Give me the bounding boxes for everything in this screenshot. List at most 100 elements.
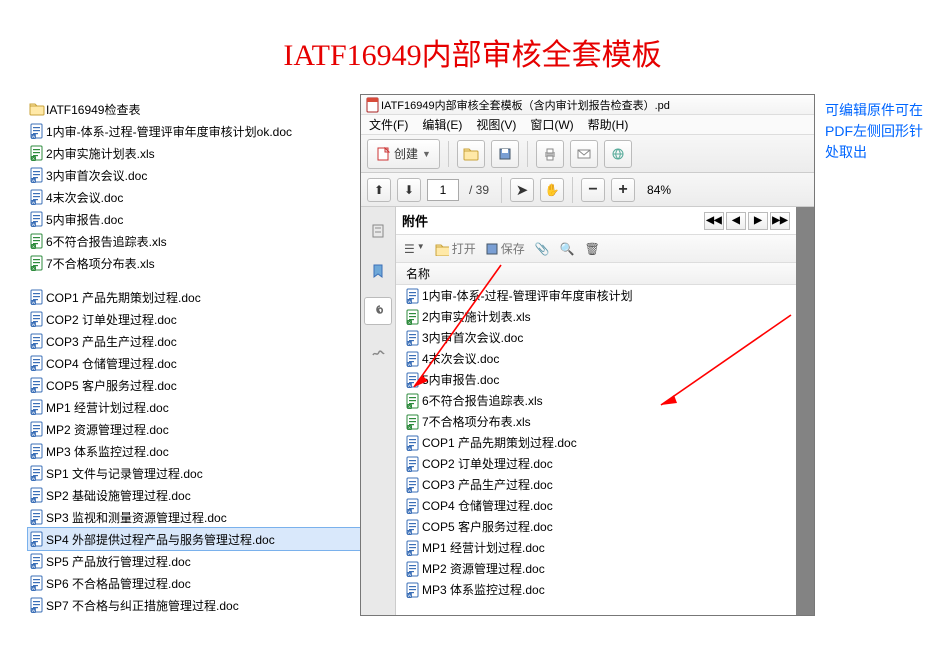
attach-nav-last[interactable]: ▶▶ [770, 212, 790, 230]
file-item[interactable]: COP3 产品生产过程.doc [28, 330, 360, 352]
file-item[interactable]: SP7 不合格与纠正措施管理过程.doc [28, 594, 360, 616]
file-item[interactable]: SP1 文件与记录管理过程.doc [28, 462, 360, 484]
attach-nav-prev[interactable]: ◀ [726, 212, 746, 230]
bookmark-icon [370, 263, 386, 279]
file-name: COP1 产品先期策划过程.doc [46, 289, 201, 306]
file-item[interactable]: MP2 资源管理过程.doc [28, 418, 360, 440]
page-up-button[interactable]: ⬆ [367, 178, 391, 202]
attachment-item[interactable]: COP4 仓储管理过程.doc [396, 495, 796, 516]
attachment-item[interactable]: 4末次会议.doc [396, 348, 796, 369]
zoom-out-button[interactable]: − [581, 178, 605, 202]
arrow-down-icon: ⬇ [404, 183, 414, 197]
sidebar-signatures[interactable] [364, 337, 392, 365]
minus-icon: − [588, 181, 597, 199]
open-button[interactable] [457, 140, 485, 168]
attachment-item[interactable]: COP1 产品先期策划过程.doc [396, 432, 796, 453]
xls-icon [28, 145, 46, 161]
doc-icon [28, 443, 46, 459]
doc-icon [404, 435, 422, 451]
attach-delete-button[interactable]: 🗑 [585, 242, 600, 256]
file-item[interactable]: 7不合格项分布表.xls [28, 252, 360, 274]
file-item[interactable]: SP5 产品放行管理过程.doc [28, 550, 360, 572]
attach-open-button[interactable]: 打开 [435, 240, 476, 257]
file-name: 7不合格项分布表.xls [46, 255, 155, 272]
file-item[interactable]: MP1 经营计划过程.doc [28, 396, 360, 418]
attach-add-button[interactable]: 📎 [535, 242, 550, 256]
attachment-item[interactable]: MP2 资源管理过程.doc [396, 558, 796, 579]
file-item[interactable]: 2内审实施计划表.xls [28, 142, 360, 164]
mail-button[interactable] [570, 140, 598, 168]
doc-icon [28, 289, 46, 305]
attachment-item[interactable]: 2内审实施计划表.xls [396, 306, 796, 327]
file-item[interactable]: SP4 外部提供过程产品与服务管理过程.doc [28, 528, 360, 550]
file-item[interactable]: COP1 产品先期策划过程.doc [28, 286, 360, 308]
attach-nav-first[interactable]: ◀◀ [704, 212, 724, 230]
hand-tool[interactable]: ✋ [540, 178, 564, 202]
attach-search-button[interactable]: 🔍 [560, 242, 575, 256]
file-item[interactable]: SP3 监视和测量资源管理过程.doc [28, 506, 360, 528]
attachment-item[interactable]: 7不合格项分布表.xls [396, 411, 796, 432]
file-item[interactable]: MP3 体系监控过程.doc [28, 440, 360, 462]
attachments-column-header[interactable]: 名称 [396, 263, 796, 285]
paperclip-icon [370, 303, 386, 319]
file-item[interactable]: 1内审-体系-过程-管理评审年度审核计划ok.doc [28, 120, 360, 142]
menu-file[interactable]: 文件(F) [369, 116, 408, 133]
attachment-item[interactable]: COP5 客户服务过程.doc [396, 516, 796, 537]
menu-view[interactable]: 视图(V) [476, 116, 516, 133]
attachment-name: 6不符合报告追踪表.xls [422, 392, 543, 409]
page-down-button[interactable]: ⬇ [397, 178, 421, 202]
file-item[interactable]: SP6 不合格品管理过程.doc [28, 572, 360, 594]
select-tool[interactable]: ➤ [510, 178, 534, 202]
file-item[interactable]: COP4 仓储管理过程.doc [28, 352, 360, 374]
cursor-icon: ➤ [516, 181, 529, 199]
attachment-item[interactable]: MP3 体系监控过程.doc [396, 579, 796, 600]
attachment-item[interactable]: COP2 订单处理过程.doc [396, 453, 796, 474]
pdf-viewer-window: IATF16949内部审核全套模板（含内审计划报告检查表）.pd 文件(F) 编… [360, 94, 815, 616]
attachment-name: 5内审报告.doc [422, 371, 499, 388]
attach-view-options[interactable]: ☰▼ [404, 242, 425, 256]
sidebar-attachments[interactable] [364, 297, 392, 325]
sidebar-bookmarks[interactable] [364, 257, 392, 285]
pdf-toolbar-1: 创建 ▼ [361, 135, 814, 173]
attach-save-button[interactable]: 保存 [486, 240, 525, 257]
save-button[interactable] [491, 140, 519, 168]
doc-icon [28, 553, 46, 569]
print-button[interactable] [536, 140, 564, 168]
doc-icon [28, 487, 46, 503]
doc-icon [28, 465, 46, 481]
file-name: MP1 经营计划过程.doc [46, 399, 169, 416]
attachment-item[interactable]: MP1 经营计划过程.doc [396, 537, 796, 558]
file-item[interactable]: COP5 客户服务过程.doc [28, 374, 360, 396]
menu-help[interactable]: 帮助(H) [588, 116, 629, 133]
thumbnails-icon [370, 223, 386, 239]
zoom-in-button[interactable]: + [611, 178, 635, 202]
attachment-item[interactable]: 6不符合报告追踪表.xls [396, 390, 796, 411]
sidebar-thumbnails[interactable] [364, 217, 392, 245]
attachment-item[interactable]: 1内审-体系-过程-管理评审年度审核计划 [396, 285, 796, 306]
file-item[interactable]: 6不符合报告追踪表.xls [28, 230, 360, 252]
file-item[interactable]: IATF16949检查表 [28, 98, 360, 120]
file-name: SP2 基础设施管理过程.doc [46, 487, 191, 504]
doc-icon [28, 333, 46, 349]
pdf-titlebar: IATF16949内部审核全套模板（含内审计划报告检查表）.pd [361, 95, 814, 115]
share-button[interactable] [604, 140, 632, 168]
file-item[interactable]: 5内审报告.doc [28, 208, 360, 230]
menu-window[interactable]: 窗口(W) [530, 116, 573, 133]
doc-icon [28, 421, 46, 437]
file-item[interactable]: 4末次会议.doc [28, 186, 360, 208]
file-item[interactable]: COP2 订单处理过程.doc [28, 308, 360, 330]
doc-icon [404, 330, 422, 346]
file-item[interactable]: 3内审首次会议.doc [28, 164, 360, 186]
page-number-input[interactable] [427, 179, 459, 201]
attachment-item[interactable]: 3内审首次会议.doc [396, 327, 796, 348]
attach-nav-next[interactable]: ▶ [748, 212, 768, 230]
menu-edit[interactable]: 编辑(E) [422, 116, 462, 133]
doc-icon [28, 531, 46, 547]
create-button[interactable]: 创建 ▼ [367, 139, 440, 169]
doc-icon [28, 123, 46, 139]
attachment-item[interactable]: 5内审报告.doc [396, 369, 796, 390]
file-item[interactable]: SP2 基础设施管理过程.doc [28, 484, 360, 506]
attachment-item[interactable]: COP3 产品生产过程.doc [396, 474, 796, 495]
doc-icon [28, 167, 46, 183]
page-title: IATF16949内部审核全套模板 [0, 0, 945, 92]
